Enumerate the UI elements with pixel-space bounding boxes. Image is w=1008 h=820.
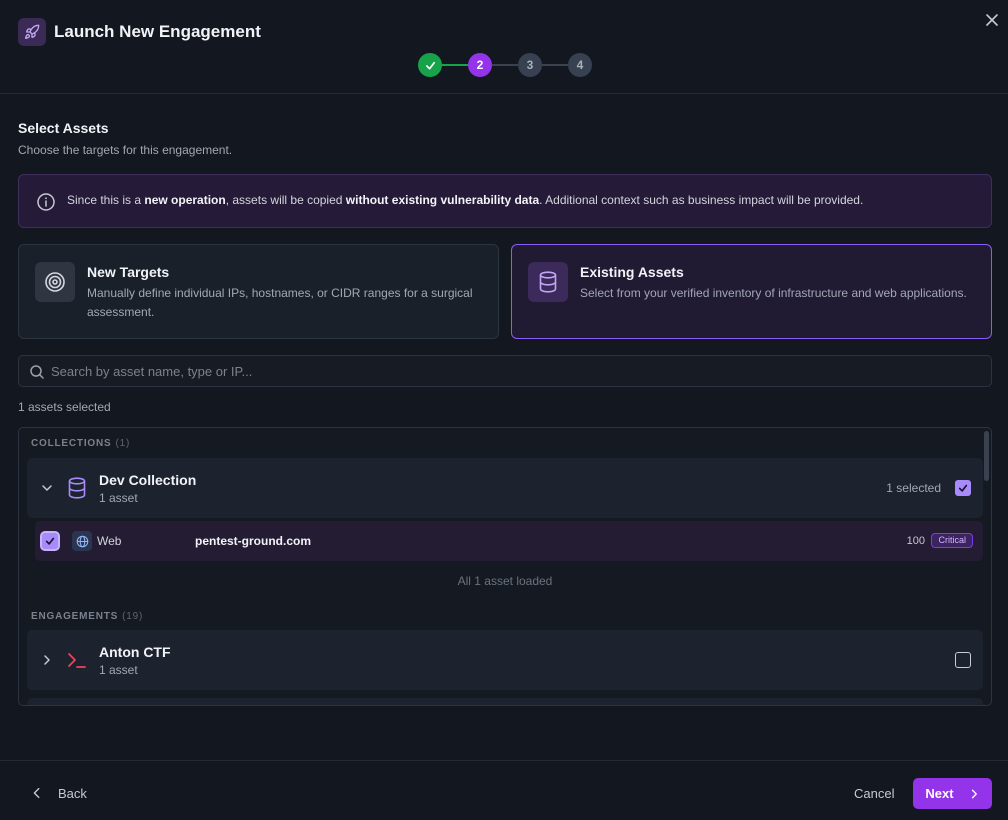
collections-label: COLLECTIONS (1) bbox=[31, 438, 131, 449]
chevron-left-icon bbox=[33, 787, 40, 799]
new-targets-card[interactable]: New Targets Manually define individual I… bbox=[18, 244, 499, 339]
target-icon bbox=[35, 262, 75, 302]
asset-checkbox[interactable] bbox=[42, 533, 58, 549]
loaded-status: All 1 asset loaded bbox=[457, 574, 553, 588]
card-description: Manually define individual IPs, hostname… bbox=[87, 286, 473, 319]
modal-header: Launch New Engagement 2 3 4 bbox=[0, 0, 1008, 94]
collection-name: Dev Collection bbox=[99, 472, 197, 488]
asset-row[interactable]: Web pentest-ground.com 100 Critical bbox=[35, 521, 983, 561]
back-button[interactable]: Back bbox=[30, 783, 87, 803]
engagements-label: ENGAGEMENTS (19) bbox=[31, 611, 144, 622]
step-4: 4 bbox=[568, 53, 592, 77]
check-icon bbox=[425, 61, 435, 70]
chevron-down-icon[interactable] bbox=[39, 480, 55, 496]
engagement-count: 1 asset bbox=[99, 663, 138, 677]
chevron-right-icon[interactable] bbox=[39, 652, 55, 668]
info-icon bbox=[37, 193, 55, 211]
step-3: 3 bbox=[518, 53, 542, 77]
engagement-row[interactable] bbox=[27, 698, 983, 705]
check-icon bbox=[45, 537, 55, 545]
scrollbar[interactable] bbox=[984, 431, 989, 481]
section-subtitle: Choose the targets for this engagement. bbox=[18, 143, 233, 157]
step-connector bbox=[542, 64, 568, 66]
card-title: Existing Assets bbox=[580, 264, 684, 280]
step-1-complete bbox=[418, 53, 442, 77]
database-icon bbox=[68, 477, 86, 499]
asset-list: COLLECTIONS (1) Dev Collection 1 asset 1 … bbox=[18, 427, 992, 706]
modal-footer: Back Cancel Next bbox=[0, 760, 1008, 820]
close-icon[interactable] bbox=[982, 10, 1002, 30]
existing-assets-card[interactable]: Existing Assets Select from your verifie… bbox=[511, 244, 992, 339]
section-title: Select Assets bbox=[18, 120, 109, 136]
stepper: 2 3 4 bbox=[418, 53, 592, 77]
engagement-checkbox[interactable] bbox=[955, 652, 971, 668]
card-description: Select from your verified inventory of i… bbox=[580, 286, 967, 300]
asset-name: pentest-ground.com bbox=[195, 534, 311, 548]
engagement-name: Anton CTF bbox=[99, 644, 171, 660]
asset-score: 100 bbox=[906, 535, 925, 547]
asset-type: Web bbox=[97, 534, 122, 548]
modal-title: Launch New Engagement bbox=[54, 22, 261, 41]
search-icon bbox=[30, 365, 44, 379]
check-icon bbox=[958, 484, 968, 492]
severity-badge: Critical bbox=[931, 533, 973, 548]
next-button[interactable]: Next bbox=[913, 778, 992, 809]
collection-row[interactable]: Dev Collection 1 asset 1 selected bbox=[27, 458, 983, 518]
engagement-row[interactable]: Anton CTF 1 asset bbox=[27, 630, 983, 690]
database-icon bbox=[528, 262, 568, 302]
search-input[interactable] bbox=[51, 356, 981, 386]
back-label: Back bbox=[58, 785, 87, 801]
collection-checkbox[interactable] bbox=[955, 480, 971, 496]
search-box bbox=[18, 355, 992, 387]
collection-count: 1 asset bbox=[99, 491, 138, 505]
info-banner: Since this is a new operation, assets wi… bbox=[18, 174, 992, 228]
globe-icon bbox=[72, 531, 92, 551]
chevron-right-icon bbox=[971, 789, 977, 798]
info-text: Since this is a new operation, assets wi… bbox=[67, 193, 864, 207]
card-title: New Targets bbox=[87, 264, 170, 280]
step-2: 2 bbox=[468, 53, 492, 77]
step-connector bbox=[492, 64, 518, 66]
step-connector bbox=[442, 64, 468, 66]
next-label: Next bbox=[925, 786, 954, 801]
collection-selected-count: 1 selected bbox=[886, 481, 941, 495]
cancel-button[interactable]: Cancel bbox=[854, 786, 894, 801]
selected-count: 1 assets selected bbox=[18, 400, 111, 414]
terminal-icon bbox=[68, 653, 86, 668]
rocket-icon bbox=[18, 18, 46, 46]
